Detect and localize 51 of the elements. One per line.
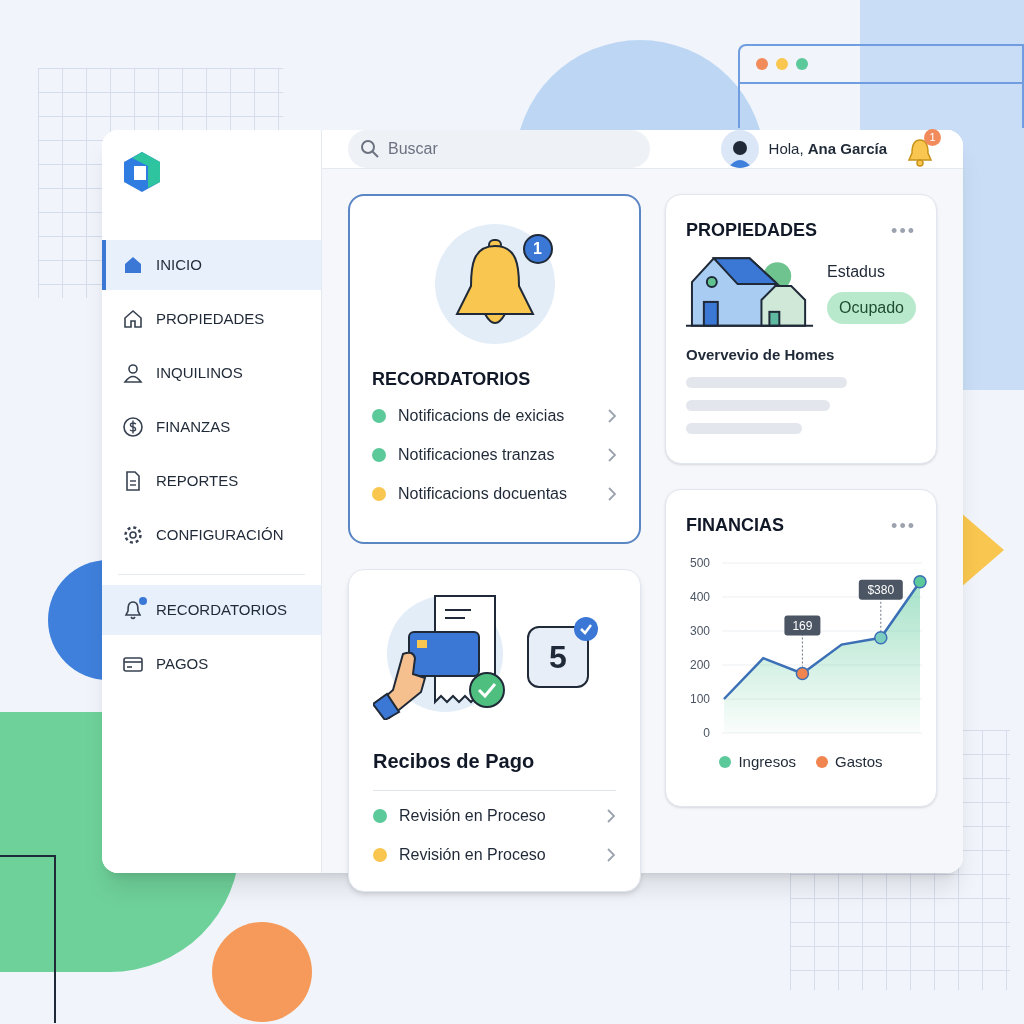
- house-icon: [122, 308, 144, 330]
- notification-badge: 1: [924, 129, 941, 146]
- list-item[interactable]: Notificacions docuentas: [372, 483, 617, 505]
- search-input[interactable]: Buscar: [388, 137, 628, 161]
- card-title: RECORDATORIOS: [372, 368, 532, 391]
- search-field[interactable]: Buscar: [348, 130, 650, 168]
- list-item[interactable]: Notificacions de exicias: [372, 405, 617, 427]
- chevron-right-icon: [606, 848, 616, 862]
- legend-label: Gastos: [835, 752, 883, 772]
- value-tooltip: 169: [784, 615, 821, 636]
- search-icon: [360, 139, 380, 159]
- nav-item[interactable]: INICIO: [102, 240, 321, 290]
- nav-item[interactable]: REPORTES: [102, 456, 321, 506]
- status-badge: Ocupado: [827, 292, 916, 324]
- status-label: Estadus: [827, 262, 886, 282]
- axis-label: 300: [689, 624, 710, 638]
- axis-label: 400: [689, 590, 710, 604]
- logo-icon: [122, 150, 162, 194]
- card-title: FINANCIAS: [686, 514, 784, 537]
- user-icon: [122, 362, 144, 384]
- legend-label: Ingresos: [738, 752, 796, 772]
- list-item[interactable]: Notificaciones tranzas: [372, 444, 617, 466]
- home-icon: [122, 254, 144, 276]
- value-tooltip: $380: [858, 579, 903, 600]
- nav-item[interactable]: CONFIGURACIÓN: [102, 510, 321, 560]
- nav-item[interactable]: INQUILINOS: [102, 348, 321, 398]
- nav-item[interactable]: PAGOS: [102, 639, 321, 689]
- notification-badge: 1: [522, 234, 553, 264]
- nav-item[interactable]: FINANZAS: [102, 402, 321, 452]
- axis-label: 0: [703, 726, 710, 740]
- dollar-icon: [122, 416, 144, 438]
- axis-label: 100: [689, 692, 710, 706]
- check-badge-icon: [573, 616, 599, 642]
- nav-item[interactable]: RECORDATORIOS: [102, 585, 321, 635]
- card-subtitle: Overvevio de Homes: [686, 345, 836, 365]
- card-title: Recibos de Pago: [373, 749, 536, 774]
- chevron-right-icon: [607, 487, 617, 501]
- count-text: 5: [549, 638, 567, 677]
- chevron-right-icon: [606, 809, 616, 823]
- settings-icon: [122, 524, 144, 546]
- bell-icon: [122, 599, 144, 621]
- card-title: PROPIEDADES: [686, 219, 818, 242]
- list-item[interactable]: Revisión en Proceso: [373, 805, 616, 827]
- greeting-text: Hola, Ana García: [768, 138, 887, 159]
- avatar[interactable]: [720, 130, 759, 168]
- chevron-right-icon: [607, 448, 617, 462]
- list-item[interactable]: Revisión en Proceso: [373, 844, 616, 866]
- nav-item[interactable]: PROPIEDADES: [102, 294, 321, 344]
- axis-label: 200: [689, 658, 710, 672]
- chevron-right-icon: [607, 409, 617, 423]
- axis-label: 500: [689, 556, 710, 570]
